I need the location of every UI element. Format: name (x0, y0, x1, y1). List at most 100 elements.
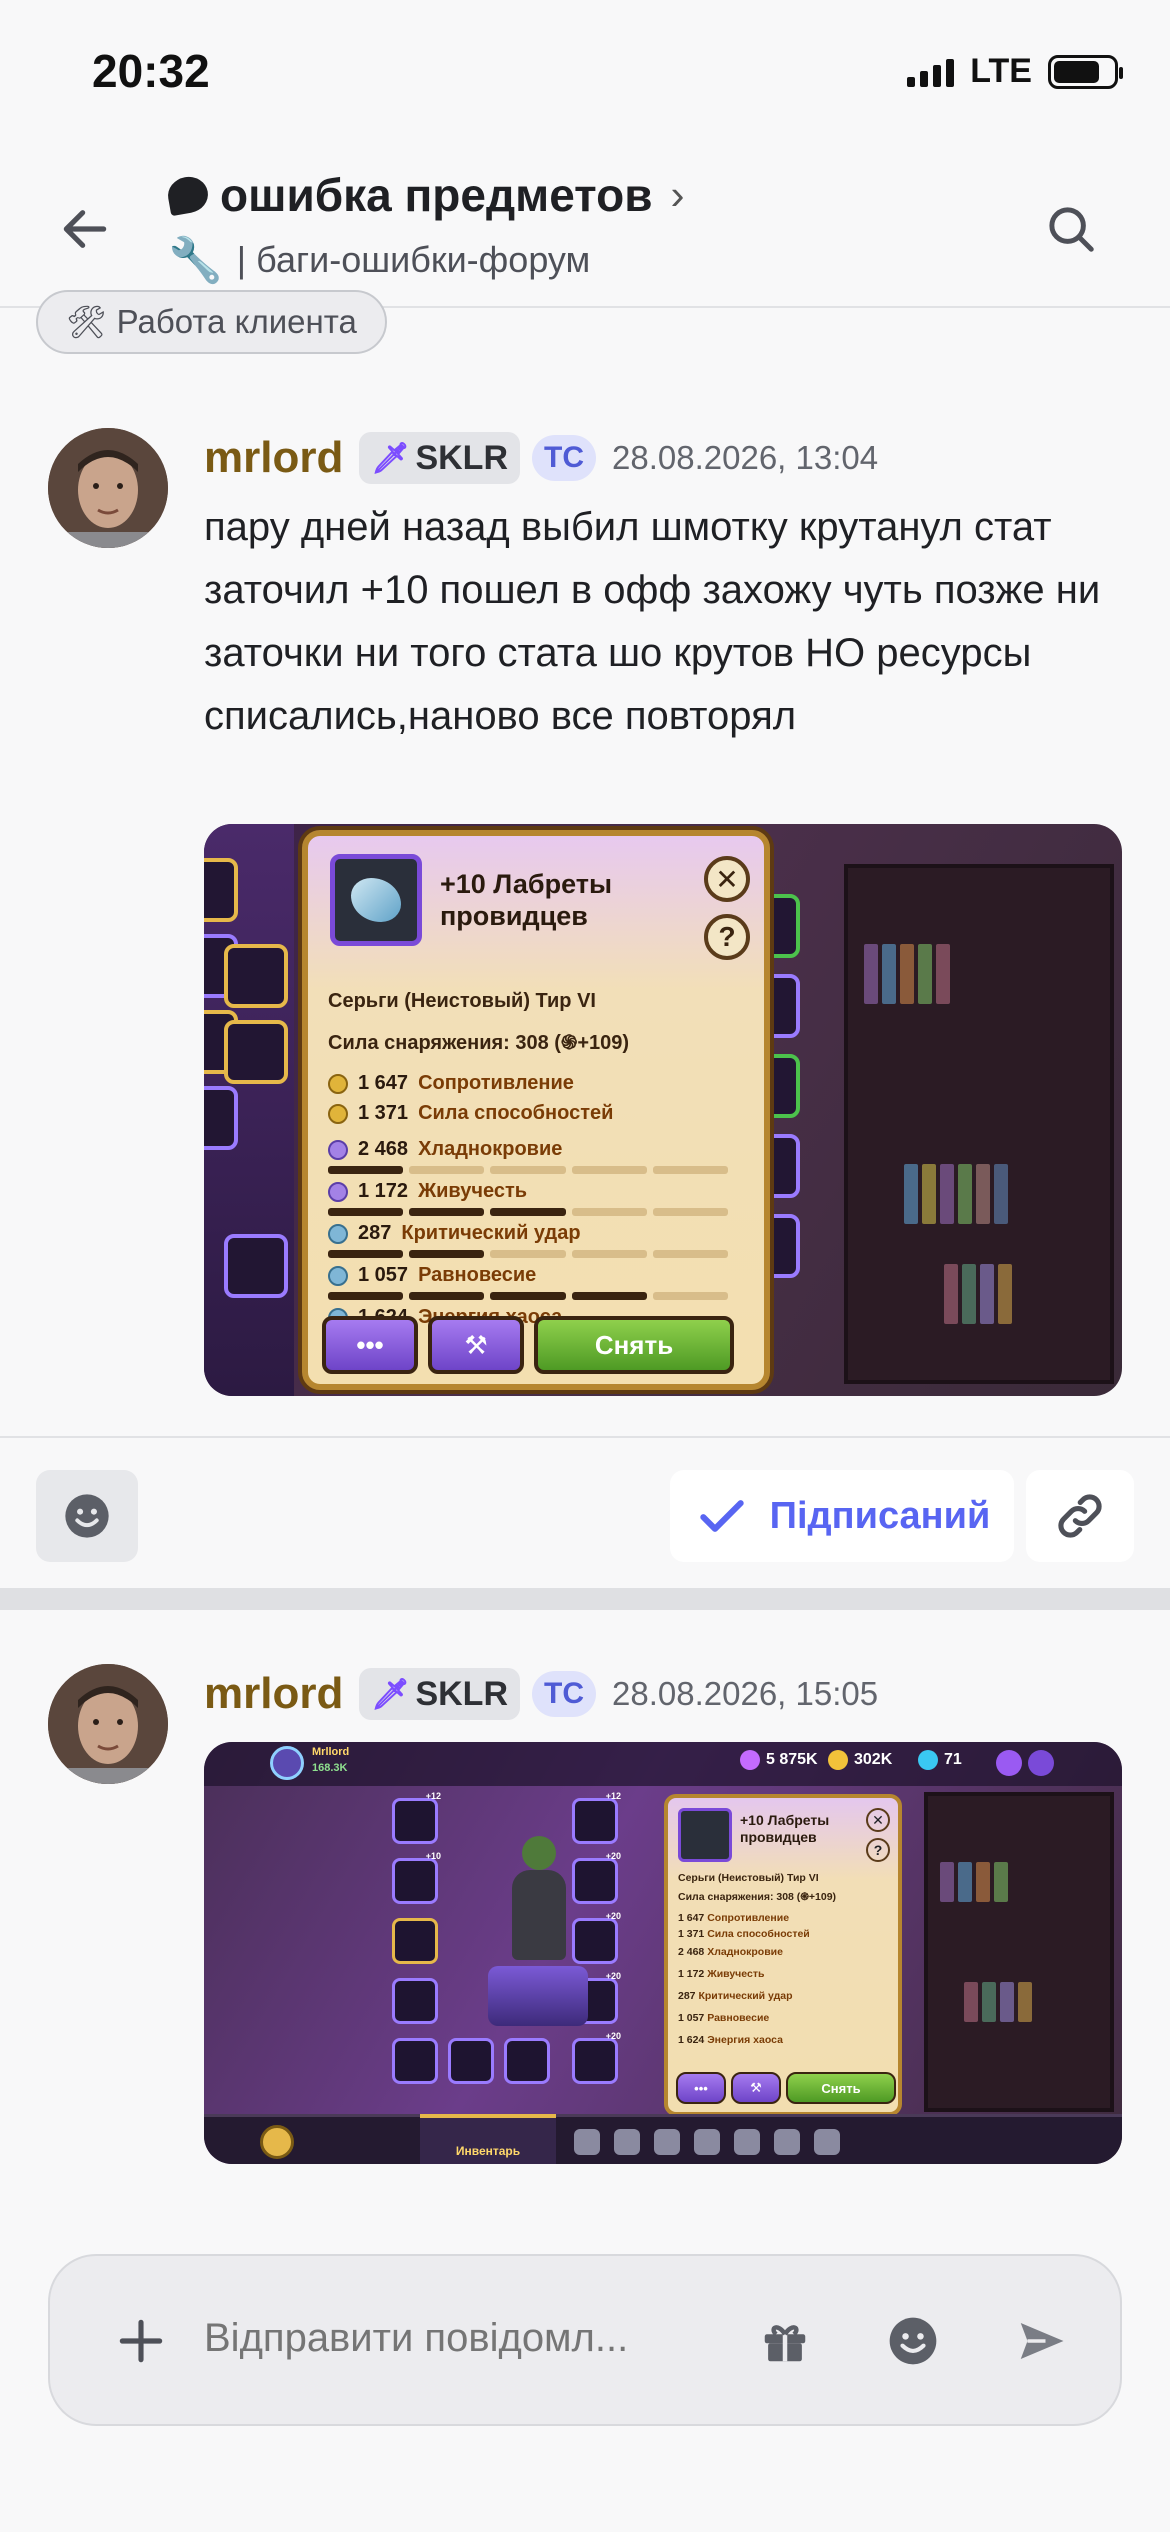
blue-dot-icon (328, 1265, 348, 1286)
stat-roll-bar (328, 1250, 729, 1258)
network-label: LTE (970, 52, 1032, 90)
game-slot: +10 (392, 1851, 441, 1904)
game-bottom-bar: Инвентарь (204, 2114, 1122, 2164)
forum-tag-label: Работа клиента (116, 303, 357, 340)
game-slot (224, 1020, 288, 1084)
stat-value: 287 (678, 1990, 696, 2002)
game-menu-icon (694, 2129, 720, 2155)
player-name: Mrllord (312, 1746, 350, 1758)
stat-row: 1 647 Сопротивление (678, 1912, 789, 1924)
stat-row: 2 468 Хладнокровие (678, 1946, 783, 1958)
image-attachment[interactable]: +10 Лабреты провидцев ✕ ? Серьги (Неисто… (204, 824, 1122, 1396)
swirl-icon: ֍ (800, 1891, 809, 1903)
username[interactable]: mrlord (204, 433, 343, 483)
emoji-button[interactable] (878, 2306, 948, 2376)
section-divider (0, 1588, 1170, 1610)
gift-button[interactable] (750, 2306, 820, 2376)
message-header: mrlord 🗡 SKLR TC 28.08.2026, 13:04 (204, 432, 878, 484)
stat-row: 1 647 Сопротивление (328, 1072, 574, 1095)
stat-label: Сила способностей (418, 1102, 614, 1124)
item-card: +10 Лабреты провидцев ✕ ? Серьги (Неисто… (302, 830, 770, 1390)
anvil-icon: ⚒ (428, 1316, 524, 1374)
wrench-icon: 🔧 (168, 236, 223, 285)
game-menu-icon (814, 2129, 840, 2155)
avatar[interactable] (48, 1664, 168, 1784)
crystal-counter: 71 (918, 1750, 962, 1770)
game-slot (448, 2038, 494, 2084)
image-attachment[interactable]: Mrllord 168.3K 5 875K 302K 71 +12 +10 +1… (204, 1742, 1122, 2164)
game-slot (392, 2038, 438, 2084)
gold-coin-icon (828, 1750, 848, 1770)
add-reaction-button[interactable] (36, 1470, 138, 1562)
slot-level: +20 (605, 1851, 621, 1861)
close-icon: ✕ (866, 1808, 890, 1832)
copy-link-button[interactable] (1026, 1470, 1134, 1562)
follow-button[interactable]: Підписаний (670, 1470, 1014, 1562)
game-top-bar: Mrllord 168.3K 5 875K 302K 71 (204, 1742, 1122, 1786)
stat-value: 1 647 (678, 1912, 705, 1924)
checkmark-icon (699, 1500, 744, 1532)
game-slot (224, 944, 288, 1008)
role-label: SKLR (415, 438, 509, 477)
stat-value: 1 371 (678, 1928, 705, 1940)
more-button: ••• (322, 1316, 418, 1374)
slot-level: +10 (425, 1851, 441, 1861)
player-power: 168.3K (312, 1762, 348, 1774)
message-header: mrlord 🗡 SKLR TC 28.08.2026, 15:05 (204, 1668, 878, 1720)
smile-icon (65, 1494, 109, 1538)
stat-label: Критический удар (401, 1222, 581, 1244)
search-button[interactable] (1036, 194, 1106, 264)
slot-level: +12 (605, 1791, 621, 1801)
role-label: SKLR (415, 1674, 509, 1713)
power-label: Сила снаряжения: 308 ( (328, 1032, 561, 1054)
stat-value: 1 647 (358, 1072, 409, 1094)
chevron-right-icon: › (670, 171, 685, 218)
item-power: Сила снаряжения: 308 (֍+109) (328, 1028, 629, 1055)
stat-label: Хладнокровие (418, 1138, 563, 1160)
role-badge[interactable]: 🗡 SKLR (359, 432, 521, 484)
message-input[interactable] (204, 2316, 724, 2361)
back-button[interactable] (50, 194, 120, 264)
game-slot: +20 (572, 2031, 621, 2084)
send-button[interactable] (1006, 2306, 1076, 2376)
close-icon: ✕ (704, 856, 750, 902)
game-slot (204, 858, 238, 922)
link-icon (1058, 1494, 1102, 1538)
stat-roll-bar (328, 1292, 729, 1300)
avatar[interactable] (48, 428, 168, 548)
anvil-icon: ⚒ (731, 2072, 781, 2104)
channel-breadcrumb[interactable]: 🔧 | баги-ошибки-форум (168, 234, 590, 286)
game-menu-icon (654, 2129, 680, 2155)
card-buttons: ••• ⚒ Снять (322, 1316, 734, 1374)
attach-button[interactable] (106, 2306, 176, 2376)
stat-label: Сопротивление (418, 1072, 574, 1094)
forum-tag-chip[interactable]: 🛠 Работа клиента (36, 290, 387, 354)
more-button: ••• (676, 2072, 726, 2104)
game-menu-icon (614, 2129, 640, 2155)
search-icon (1049, 207, 1094, 252)
thread-title-row[interactable]: ошибка предметов › (165, 168, 685, 222)
books (904, 1164, 1008, 1224)
stat-value: 2 468 (678, 1946, 705, 1958)
slot-level: +20 (605, 1911, 621, 1921)
slot-level: +12 (425, 1791, 441, 1801)
game-slot (504, 2038, 550, 2084)
stat-label: Энергия хаоса (707, 2034, 783, 2046)
stat-label: Равновесие (418, 1264, 537, 1286)
stat-value: 1 172 (678, 1968, 705, 1980)
signal-icon (907, 57, 955, 87)
thread-title: ошибка предметов (220, 169, 653, 221)
item-subtitle: Серьги (Неистовый) Тир VI (328, 990, 596, 1012)
stat-value: 1 624 (678, 2034, 705, 2046)
message-composer (48, 2254, 1122, 2426)
channel-name: | баги-ошибки-форум (236, 239, 591, 280)
role-badge[interactable]: 🗡 SKLR (359, 1668, 521, 1720)
stat-value: 1 172 (358, 1180, 409, 1202)
arrow-left-icon (63, 210, 107, 248)
stat-value: 1 057 (358, 1264, 409, 1286)
gems-value: 5 875K (766, 1751, 818, 1768)
gift-icon (764, 2325, 806, 2362)
op-badge: TC (532, 435, 597, 481)
username[interactable]: mrlord (204, 1669, 343, 1719)
status-bar: 20:32 LTE (0, 0, 1170, 150)
